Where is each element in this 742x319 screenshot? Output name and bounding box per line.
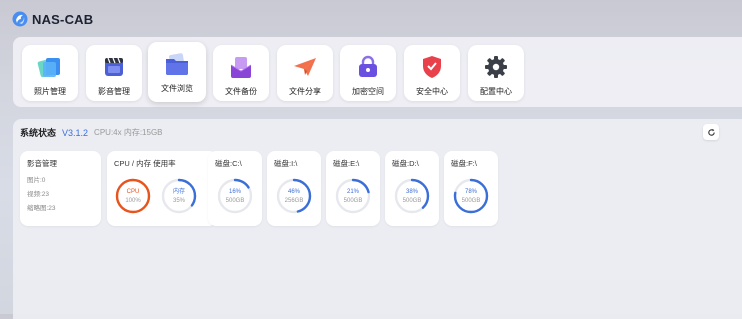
system-status-panel: 系统状态 V3.1.2 CPU:4x 内存:15GB 影音管理 图片:0 视频:… — [13, 119, 742, 319]
system-info: CPU:4x 内存:15GB — [94, 128, 163, 137]
app-label: 照片管理 — [34, 87, 66, 96]
app-encrypted-space[interactable]: 加密空间 — [340, 45, 396, 101]
app-label: 文件分享 — [289, 87, 321, 96]
disk-gauge: 16% 500GB — [216, 177, 254, 215]
media-photos-count: 图片:0 — [27, 177, 46, 184]
memory-value: 35% — [172, 198, 185, 204]
memory-gauge: 内存 35% — [160, 177, 198, 215]
app-launcher-panel: 照片管理 影音管理 文件浏览 文件备份 文件分享 加密空间 安全中心 配置中心 — [13, 37, 742, 107]
disk-title: 磁盘:C:\ — [215, 159, 242, 168]
card-title: CPU / 内存 使用率 — [114, 159, 176, 168]
disk-title: 磁盘:F:\ — [451, 159, 477, 168]
app-label: 加密空间 — [352, 87, 384, 96]
app-video-manager[interactable]: 影音管理 — [86, 45, 142, 101]
disk-size: 500GB — [225, 198, 245, 204]
shield-icon — [423, 56, 441, 78]
nas-cab-logo-icon — [12, 11, 28, 27]
memory-label: 内存 — [172, 189, 185, 195]
status-header: 系统状态 V3.1.2 CPU:4x 内存:15GB — [20, 126, 163, 139]
disk-card-d: 磁盘:D:\ 38% 500GB — [385, 151, 439, 226]
card-title: 影音管理 — [27, 159, 57, 168]
app-label: 配置中心 — [480, 87, 512, 96]
app-config-center[interactable]: 配置中心 — [468, 45, 524, 101]
app-security-center[interactable]: 安全中心 — [404, 45, 460, 101]
app-file-backup[interactable]: 文件备份 — [213, 45, 269, 101]
app-file-browser[interactable]: 文件浏览 — [148, 42, 206, 102]
refresh-icon — [707, 128, 715, 136]
app-label: 文件备份 — [225, 87, 257, 96]
media-videos-count: 视频:23 — [27, 191, 50, 198]
disk-card-i: 磁盘:I:\ 46% 256GB — [267, 151, 321, 226]
disk-title: 磁盘:D:\ — [392, 159, 419, 168]
disk-title: 磁盘:E:\ — [333, 159, 360, 168]
disk-card-c: 磁盘:C:\ 16% 500GB — [208, 151, 262, 226]
disk-gauge: 38% 500GB — [393, 177, 431, 215]
photo-icon — [37, 58, 60, 78]
gear-icon — [485, 56, 507, 78]
disk-gauge: 46% 256GB — [275, 177, 313, 215]
app-title: NAS-CAB — [32, 11, 94, 27]
app-file-share[interactable]: 文件分享 — [277, 45, 333, 101]
media-thumbnails-count: 缩略图:23 — [27, 205, 56, 212]
disk-size: 500GB — [402, 198, 422, 204]
disk-gauge: 78% 500GB — [452, 177, 490, 215]
cpu-value: 100% — [125, 198, 141, 204]
disk-gauge: 21% 500GB — [334, 177, 372, 215]
disk-percent: 46% — [287, 189, 300, 195]
disk-percent: 38% — [405, 189, 418, 195]
disk-percent: 78% — [464, 189, 477, 195]
app-label: 影音管理 — [98, 87, 130, 96]
app-header: NAS-CAB — [12, 9, 93, 29]
app-photo-manager[interactable]: 照片管理 — [22, 45, 78, 101]
disk-size: 500GB — [461, 198, 481, 204]
folder-icon — [166, 53, 188, 75]
disk-title: 磁盘:I:\ — [274, 159, 298, 168]
app-label: 文件浏览 — [161, 84, 193, 93]
refresh-button[interactable] — [703, 124, 719, 140]
version-label: V3.1.2 — [62, 127, 89, 138]
cpu-label: CPU — [126, 189, 140, 195]
disk-size: 256GB — [284, 198, 304, 204]
cpu-gauge: CPU 100% — [114, 177, 152, 215]
status-title: 系统状态 — [20, 128, 57, 138]
video-icon — [105, 57, 123, 76]
disk-size: 500GB — [343, 198, 363, 204]
app-label: 安全中心 — [416, 87, 448, 96]
disk-percent: 21% — [346, 189, 359, 195]
cpu-memory-card: CPU / 内存 使用率 CPU 100% 内存 35% — [107, 151, 217, 226]
disk-card-e: 磁盘:E:\ 21% 500GB — [326, 151, 380, 226]
disk-card-f: 磁盘:F:\ 78% 500GB — [444, 151, 498, 226]
lock-icon — [359, 55, 377, 77]
media-stats-card: 影音管理 图片:0 视频:23 缩略图:23 — [20, 151, 101, 226]
backup-icon — [230, 57, 252, 78]
share-icon — [294, 58, 316, 76]
disk-percent: 16% — [228, 189, 241, 195]
